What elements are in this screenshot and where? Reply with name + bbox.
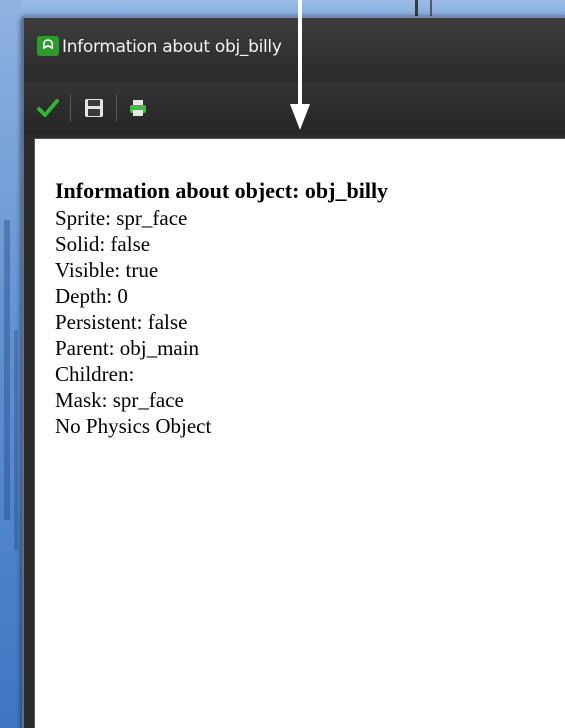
info-line-parent: Parent: obj_main xyxy=(55,336,200,360)
info-content-area: Information about object: obj_billy Spri… xyxy=(34,138,565,728)
info-line-mask: Mask: spr_face xyxy=(55,388,184,412)
info-line-physics: No Physics Object xyxy=(55,414,212,438)
desktop-shadow xyxy=(14,330,18,550)
ok-button[interactable] xyxy=(34,94,62,122)
toolbar-separator xyxy=(116,94,117,122)
desktop-shadow xyxy=(4,220,10,520)
object-info: Information about object: obj_billy Spri… xyxy=(55,177,388,439)
gamemaker-icon: ᗣ xyxy=(37,36,59,56)
save-icon xyxy=(85,99,103,117)
desktop-background-left xyxy=(0,0,22,728)
info-heading: Information about object: obj_billy xyxy=(55,178,389,203)
print-icon xyxy=(130,100,146,116)
info-line-depth: Depth: 0 xyxy=(55,284,128,308)
window-edge-divider xyxy=(430,0,432,16)
toolbar-separator xyxy=(70,94,71,122)
save-button[interactable] xyxy=(80,94,108,122)
info-line-sprite: Sprite: spr_face xyxy=(55,206,188,230)
window-edge-divider xyxy=(415,0,418,16)
info-line-children: Children: xyxy=(55,362,135,386)
annotation-arrow xyxy=(290,0,310,130)
window-title: Information about obj_billy xyxy=(62,37,282,57)
info-line-persistent: Persistent: false xyxy=(55,310,188,334)
checkmark-icon xyxy=(37,99,59,117)
info-line-solid: Solid: false xyxy=(55,232,151,256)
print-button[interactable] xyxy=(124,94,152,122)
info-line-visible: Visible: true xyxy=(55,258,159,282)
